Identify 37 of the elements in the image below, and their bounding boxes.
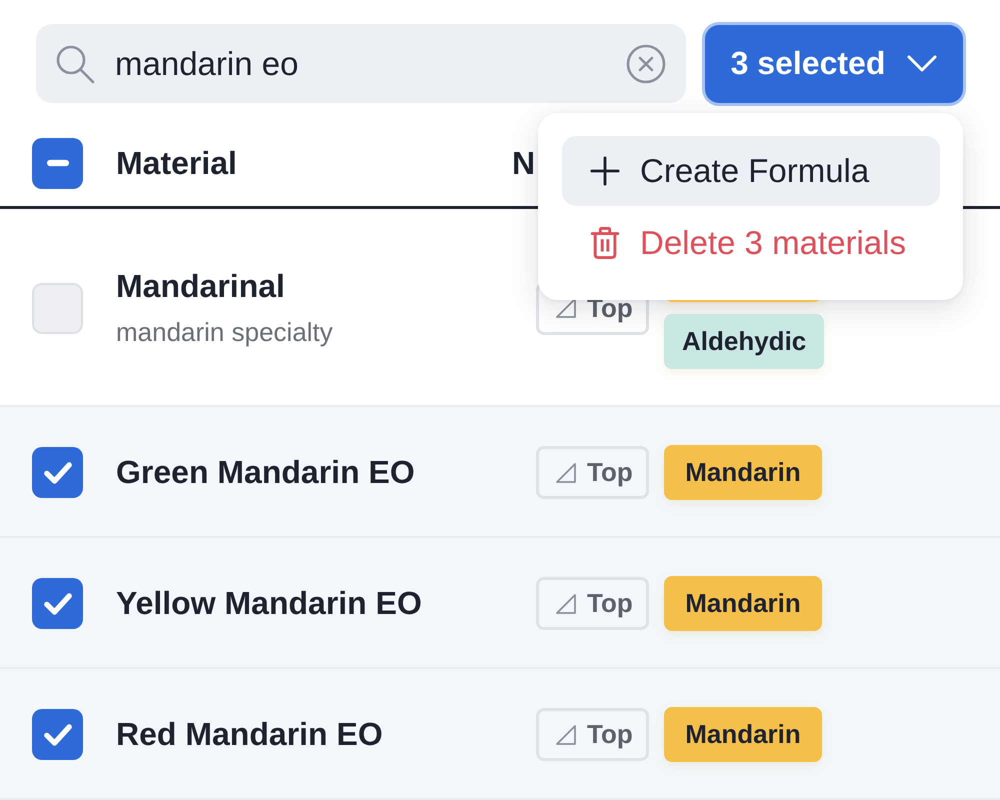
triangle-icon <box>555 724 577 746</box>
tag: Aldehydic <box>664 314 824 369</box>
clear-icon[interactable] <box>626 44 666 84</box>
note-label: Top <box>587 457 633 488</box>
checkmark-icon <box>44 462 72 484</box>
triangle-icon <box>555 462 577 484</box>
material-description: mandarin specialty <box>116 317 333 348</box>
checkmark-icon <box>44 592 72 614</box>
checkmark-icon <box>44 724 72 746</box>
note-label: Top <box>587 588 633 619</box>
column-header[interactable]: N <box>512 144 536 182</box>
plus-icon <box>590 154 620 186</box>
search-field[interactable]: mandarin eo <box>36 24 686 103</box>
material-name: Red Mandarin EO <box>116 716 383 753</box>
select-all-checkbox[interactable] <box>32 138 83 188</box>
tag: Mandarin <box>664 445 822 500</box>
material-name: Green Mandarin EO <box>116 454 415 491</box>
row-checkbox[interactable] <box>32 282 83 334</box>
triangle-icon <box>555 592 577 614</box>
search-icon <box>55 44 95 84</box>
trash-icon <box>590 226 620 258</box>
minus-icon <box>46 159 68 167</box>
material-name: Mandarinal <box>116 268 285 305</box>
material-name: Yellow Mandarin EO <box>116 585 422 622</box>
row-checkbox[interactable] <box>32 709 83 760</box>
chevron-down-icon <box>907 55 938 72</box>
column-header[interactable]: Material <box>116 144 237 182</box>
menu-item[interactable]: Create Formula <box>562 136 940 206</box>
note-label: Top <box>587 719 633 750</box>
menu-item[interactable]: Delete 3 materials <box>562 208 940 278</box>
row-checkbox[interactable] <box>32 578 83 629</box>
tag: Mandarin <box>664 576 822 631</box>
triangle-icon <box>555 297 577 319</box>
selection-dropdown-button[interactable]: 3 selected <box>705 24 963 102</box>
note-label: Top <box>587 292 633 324</box>
tag: Mandarin <box>664 707 822 762</box>
row-checkbox[interactable] <box>32 447 83 498</box>
